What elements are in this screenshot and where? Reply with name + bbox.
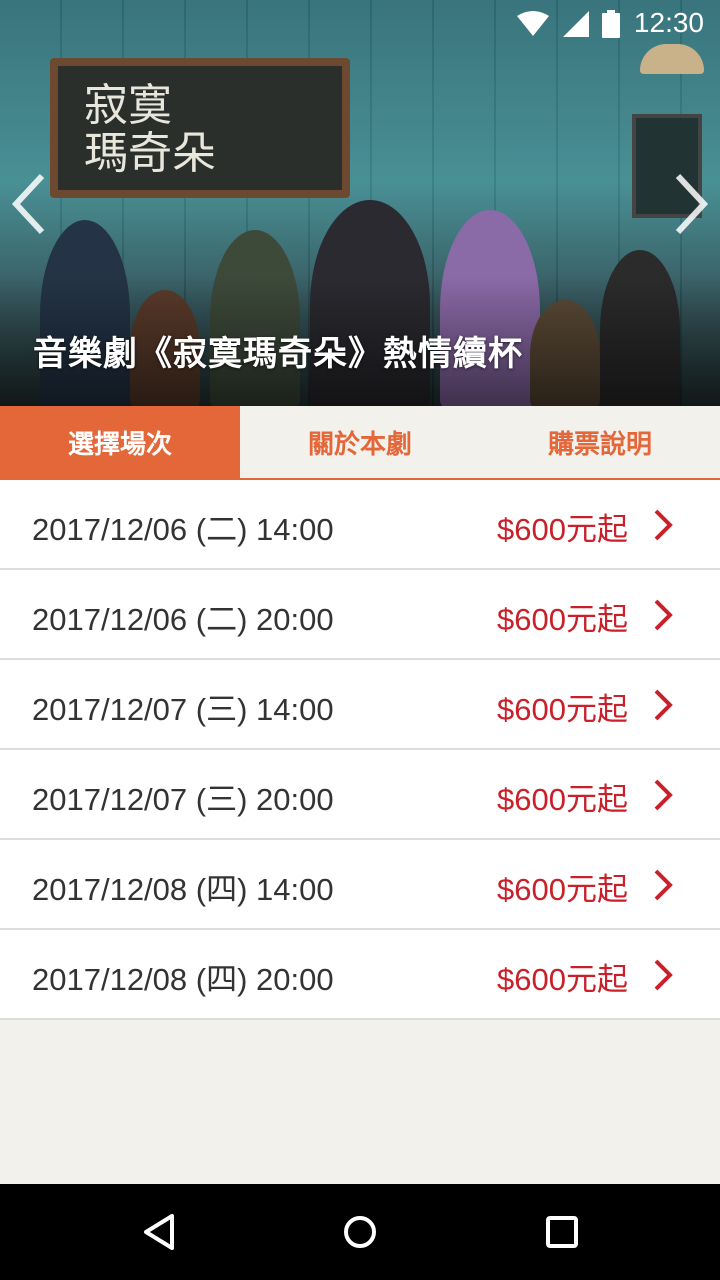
session-row[interactable]: 2017/12/08 (四) 14:00 $600元起 bbox=[0, 840, 720, 930]
session-date: 2017/12/07 (三) 14:00 bbox=[32, 692, 334, 727]
next-slide-button[interactable] bbox=[670, 172, 710, 236]
session-price: $600元起 bbox=[497, 962, 628, 997]
chalkboard-line-1: 寂寞 bbox=[84, 80, 172, 131]
hero-title: 音樂劇《寂寞瑪奇朵》熱情續杯 bbox=[33, 334, 523, 374]
status-bar: 12:30 bbox=[0, 0, 720, 48]
session-list: 2017/12/06 (二) 14:00 $600元起 2017/12/06 (… bbox=[0, 480, 720, 1020]
session-row[interactable]: 2017/12/06 (二) 20:00 $600元起 bbox=[0, 570, 720, 660]
session-row[interactable]: 2017/12/07 (三) 14:00 $600元起 bbox=[0, 660, 720, 750]
session-date: 2017/12/06 (二) 20:00 bbox=[32, 602, 334, 637]
chevron-left-icon bbox=[11, 173, 45, 235]
signal-icon bbox=[563, 11, 589, 37]
session-date: 2017/12/07 (三) 20:00 bbox=[32, 782, 334, 817]
session-price: $600元起 bbox=[497, 602, 628, 637]
recents-icon[interactable] bbox=[538, 1208, 586, 1256]
chevron-right-icon bbox=[654, 509, 673, 541]
session-date: 2017/12/08 (四) 14:00 bbox=[32, 872, 334, 907]
navigation-bar bbox=[0, 1184, 720, 1280]
session-price: $600元起 bbox=[497, 512, 628, 547]
session-date: 2017/12/08 (四) 20:00 bbox=[32, 962, 334, 997]
status-time: 12:30 bbox=[633, 7, 704, 38]
tab-ticket-info[interactable]: 購票說明 bbox=[480, 406, 720, 478]
home-icon[interactable] bbox=[336, 1208, 384, 1256]
tab-select-session[interactable]: 選擇場次 bbox=[0, 406, 240, 478]
chevron-right-icon bbox=[654, 869, 673, 901]
app-screen: 寂寞 瑪奇朵 音樂劇《寂寞瑪奇朵》熱情續杯 12:30 選擇場次 關於本劇 購票… bbox=[0, 0, 720, 1280]
status-icons bbox=[516, 10, 620, 38]
back-icon[interactable] bbox=[136, 1208, 184, 1256]
tab-about-show[interactable]: 關於本劇 bbox=[240, 406, 480, 478]
chalkboard-text: 寂寞 瑪奇朵 bbox=[84, 82, 216, 178]
chevron-right-icon bbox=[654, 599, 673, 631]
session-row[interactable]: 2017/12/06 (二) 14:00 $600元起 bbox=[0, 480, 720, 570]
session-price: $600元起 bbox=[497, 782, 628, 817]
session-row[interactable]: 2017/12/08 (四) 20:00 $600元起 bbox=[0, 930, 720, 1020]
chevron-right-icon bbox=[654, 689, 673, 721]
wifi-icon bbox=[517, 11, 549, 36]
chevron-right-icon bbox=[675, 173, 709, 235]
session-row[interactable]: 2017/12/07 (三) 20:00 $600元起 bbox=[0, 750, 720, 840]
session-price: $600元起 bbox=[497, 692, 628, 727]
tab-bar: 選擇場次 關於本劇 購票說明 bbox=[0, 406, 720, 480]
chevron-right-icon bbox=[654, 959, 673, 991]
session-price: $600元起 bbox=[497, 872, 628, 907]
hero-banner[interactable]: 寂寞 瑪奇朵 音樂劇《寂寞瑪奇朵》熱情續杯 bbox=[0, 0, 720, 406]
battery-icon bbox=[602, 10, 620, 38]
previous-slide-button[interactable] bbox=[10, 172, 50, 236]
session-date: 2017/12/06 (二) 14:00 bbox=[32, 512, 334, 547]
chevron-right-icon bbox=[654, 779, 673, 811]
